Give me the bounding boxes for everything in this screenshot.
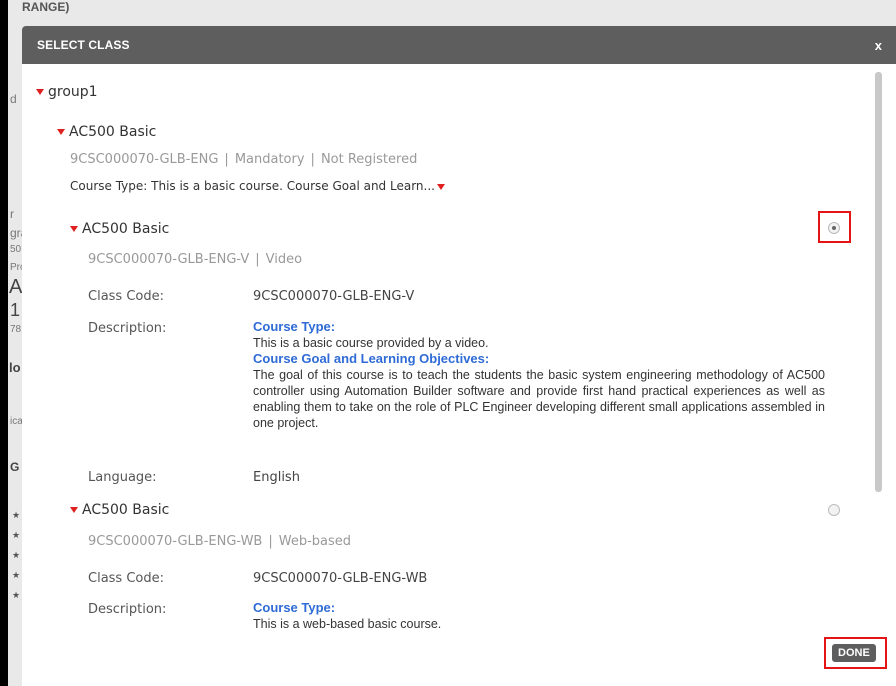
class-delivery: Web-based bbox=[278, 534, 352, 549]
collapse-triangle-icon bbox=[57, 129, 65, 135]
course-type-text: This is a web-based basic course. bbox=[253, 617, 442, 631]
description-label: Description: bbox=[88, 602, 167, 617]
course-type-summary: Course Type: This is a basic course. Cou… bbox=[70, 179, 449, 193]
class-code: 9CSC000070-GLB-ENG-WB bbox=[88, 534, 263, 549]
class-toggle[interactable]: AC500 Basic bbox=[70, 502, 169, 518]
description-label: Description: bbox=[88, 321, 167, 336]
modal-header: SELECT CLASS x bbox=[22, 26, 896, 64]
class-code-label: Class Code: bbox=[88, 289, 164, 304]
star-icon: ★ bbox=[12, 570, 21, 580]
bg-text: lo bbox=[9, 360, 21, 375]
class-meta: 9CSC000070-GLB-ENG-WB | Web-based bbox=[88, 534, 352, 549]
star-icon: ★ bbox=[12, 510, 21, 520]
course-requirement: Mandatory bbox=[234, 152, 305, 167]
course-type-heading: Course Type: bbox=[253, 600, 336, 615]
goals-text: The goal of this course is to teach the … bbox=[253, 368, 825, 430]
bg-text: ica bbox=[10, 416, 23, 427]
bg-text: G bbox=[10, 460, 20, 474]
class-title: AC500 Basic bbox=[82, 502, 170, 518]
class-code-value: 9CSC000070-GLB-ENG-WB bbox=[253, 571, 428, 586]
class-code-value: 9CSC000070-GLB-ENG-V bbox=[253, 289, 415, 304]
bg-text: 1 bbox=[10, 300, 21, 320]
scrollbar[interactable] bbox=[875, 72, 882, 492]
class-code-label: Class Code: bbox=[88, 571, 164, 586]
bg-text: 78 bbox=[10, 324, 22, 335]
course-type-summary-text: Course Type: This is a basic course. Cou… bbox=[70, 179, 435, 193]
class-radio-web-based[interactable] bbox=[828, 504, 840, 516]
bg-text: A bbox=[9, 276, 23, 298]
class-title: AC500 Basic bbox=[82, 221, 170, 237]
done-button[interactable]: DONE bbox=[832, 644, 876, 662]
language-value: English bbox=[253, 470, 300, 485]
star-icon: ★ bbox=[12, 590, 21, 600]
class-code: 9CSC000070-GLB-ENG-V bbox=[88, 252, 250, 267]
course-meta: 9CSC000070-GLB-ENG | Mandatory | Not Registe… bbox=[70, 152, 418, 167]
modal-title: SELECT CLASS bbox=[37, 38, 130, 52]
description-block: Course Type: This is a web-based basic c… bbox=[253, 600, 825, 632]
bg-text: 50 bbox=[10, 244, 22, 255]
course-toggle[interactable]: AC500 Basic bbox=[57, 124, 156, 140]
group-toggle[interactable]: group1 bbox=[36, 84, 98, 100]
modal-body[interactable]: group1 AC500 Basic 9CSC000070-GLB-ENG | Ma… bbox=[22, 64, 896, 686]
class-delivery: Video bbox=[265, 252, 303, 267]
course-code: 9CSC000070-GLB-ENG bbox=[70, 152, 219, 167]
collapse-triangle-icon bbox=[70, 226, 78, 232]
course-type-heading: Course Type: bbox=[253, 319, 336, 334]
course-title: AC500 Basic bbox=[69, 124, 157, 140]
language-label: Language: bbox=[88, 470, 157, 485]
course-status: Not Registered bbox=[320, 152, 418, 167]
star-icon: ★ bbox=[12, 530, 21, 540]
class-radio-video[interactable] bbox=[828, 222, 840, 234]
bg-text: d bbox=[10, 92, 17, 106]
group-label: group1 bbox=[48, 84, 98, 100]
bg-text: RANGE) bbox=[22, 0, 70, 14]
collapse-triangle-icon bbox=[70, 507, 78, 513]
bg-text: r bbox=[10, 207, 14, 221]
close-button[interactable]: x bbox=[875, 38, 882, 53]
select-class-modal: SELECT CLASS x group1 AC500 Basic 9CSC00… bbox=[22, 26, 896, 686]
goals-heading: Course Goal and Learning Objectives: bbox=[253, 351, 490, 366]
course-type-text: This is a basic course provided by a vid… bbox=[253, 336, 489, 350]
collapse-triangle-icon bbox=[36, 89, 44, 95]
class-toggle[interactable]: AC500 Basic bbox=[70, 221, 169, 237]
description-block: Course Type: This is a basic course prov… bbox=[253, 319, 825, 431]
class-meta: 9CSC000070-GLB-ENG-V | Video bbox=[88, 252, 303, 267]
expand-triangle-icon[interactable] bbox=[436, 183, 445, 190]
star-icon: ★ bbox=[12, 550, 21, 560]
